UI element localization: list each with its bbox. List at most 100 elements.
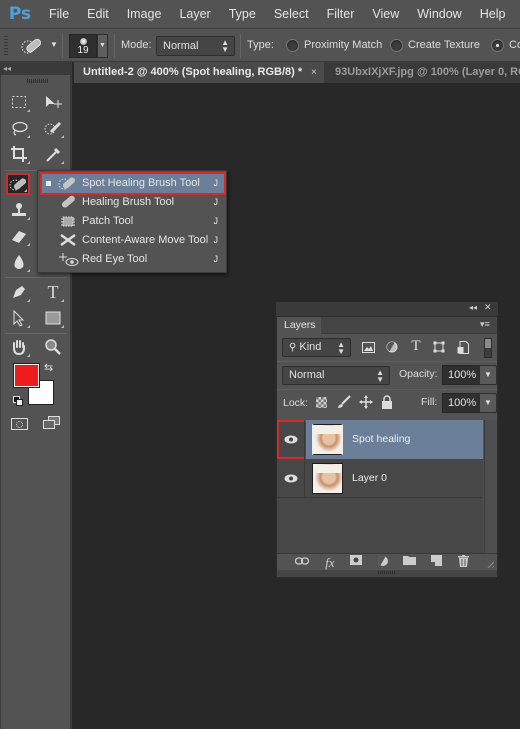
toolbox-header[interactable]: ◂◂ xyxy=(0,62,72,75)
radio-content-aware[interactable] xyxy=(491,39,504,52)
proximity-match-label[interactable]: Proximity Match xyxy=(304,39,382,51)
lock-all-icon[interactable] xyxy=(381,395,393,414)
tool-crop[interactable] xyxy=(7,143,31,165)
flyout-item-healing-brush[interactable]: Healing Brush Tool J xyxy=(42,193,224,212)
menu-layer[interactable]: Layer xyxy=(170,7,219,21)
divider xyxy=(5,277,67,278)
tool-lasso[interactable] xyxy=(7,117,31,139)
collapse-icon[interactable]: ◂◂ xyxy=(3,64,11,73)
tool-eraser[interactable] xyxy=(7,225,31,247)
radio-proximity-match[interactable] xyxy=(286,39,299,52)
tool-preset-picker[interactable]: ▼ xyxy=(20,35,58,57)
menu-bar: Ps File Edit Image Layer Type Select Fil… xyxy=(0,0,520,28)
tool-zoom[interactable] xyxy=(41,336,65,358)
toolbox-grip[interactable] xyxy=(27,79,49,83)
tab-untitled-2[interactable]: Untitled-2 @ 400% (Spot healing, RGB/8) … xyxy=(74,62,324,83)
shape-icon xyxy=(433,341,445,353)
create-texture-label[interactable]: Create Texture xyxy=(408,39,480,51)
layer-row-spot-healing[interactable]: Spot healing xyxy=(277,420,483,459)
hand-icon xyxy=(13,340,25,356)
tool-eyedropper[interactable] xyxy=(41,143,65,165)
tool-spot-healing-brush[interactable] xyxy=(6,173,30,195)
tool-type[interactable]: T xyxy=(41,281,65,303)
layers-panel: Layers ▾≡ ⚲ Kind ▲ ▼ T Normal ▲ ▼ Opacit… xyxy=(276,316,498,578)
new-layer-icon[interactable] xyxy=(428,555,444,570)
tool-hand[interactable] xyxy=(7,336,31,358)
options-bar-grip[interactable] xyxy=(4,36,8,56)
lock-transparent-pixels-icon[interactable] xyxy=(316,397,327,408)
menu-window[interactable]: Window xyxy=(408,7,470,21)
link-layers-icon[interactable] xyxy=(294,555,310,570)
layers-scrollbar[interactable] xyxy=(484,420,497,553)
delete-layer-icon[interactable] xyxy=(455,555,471,570)
quick-mask-button[interactable] xyxy=(11,418,28,430)
menu-select[interactable]: Select xyxy=(265,7,318,21)
red-eye-icon xyxy=(58,251,79,268)
filter-kind-select[interactable]: ⚲ Kind ▲ ▼ xyxy=(282,338,351,357)
blend-mode-select[interactable]: Normal ▲ ▼ xyxy=(282,366,390,385)
new-group-icon[interactable] xyxy=(401,555,417,570)
tool-blur[interactable] xyxy=(7,251,31,273)
fill-dropdown[interactable]: ▼ xyxy=(479,393,497,413)
layer-row-layer-0[interactable]: Layer 0 xyxy=(277,459,483,498)
divider xyxy=(277,361,497,362)
tool-rectangle[interactable] xyxy=(41,307,65,329)
tool-quick-selection[interactable] xyxy=(41,117,65,139)
filter-toggle[interactable] xyxy=(484,338,492,358)
photoshop-window: Ps File Edit Image Layer Type Select Fil… xyxy=(0,0,520,729)
close-panel-icon[interactable]: ✕ xyxy=(484,302,492,313)
add-mask-icon[interactable] xyxy=(348,555,364,570)
layer-main[interactable]: Spot healing xyxy=(306,420,483,459)
filter-pixel-layers-button[interactable] xyxy=(359,339,377,355)
panel-menu-icon[interactable]: ▾≡ xyxy=(480,319,490,330)
radio-create-texture[interactable] xyxy=(390,39,403,52)
filter-adjustment-layers-button[interactable] xyxy=(383,339,401,355)
content-aware-label[interactable]: Co xyxy=(509,39,520,51)
tool-path-selection[interactable] xyxy=(7,307,31,329)
flyout-item-patch[interactable]: Patch Tool J xyxy=(42,212,224,231)
panel-grip[interactable] xyxy=(378,571,396,574)
tool-clone-stamp[interactable] xyxy=(7,199,31,221)
collapse-panel-icon[interactable]: ◂◂ xyxy=(469,303,477,312)
fill-input[interactable]: 100% xyxy=(442,393,480,413)
flyout-item-content-aware-move[interactable]: Content-Aware Move Tool J xyxy=(42,231,224,250)
opacity-input[interactable]: 100% xyxy=(442,365,480,385)
visibility-toggle[interactable] xyxy=(277,420,305,459)
menu-help[interactable]: Help xyxy=(471,7,515,21)
filter-shape-layers-button[interactable] xyxy=(430,339,448,355)
screen-mode-button[interactable] xyxy=(43,416,61,430)
tool-pen[interactable] xyxy=(7,281,31,303)
brush-size-preview[interactable]: 19 xyxy=(69,34,97,58)
resize-grip[interactable] xyxy=(485,559,494,568)
menu-type[interactable]: Type xyxy=(220,7,265,21)
lock-position-icon[interactable] xyxy=(359,395,373,414)
menu-image[interactable]: Image xyxy=(118,7,171,21)
fx-icon[interactable]: fx xyxy=(322,555,338,570)
opacity-dropdown[interactable]: ▼ xyxy=(479,365,497,385)
filter-smart-objects-button[interactable] xyxy=(454,339,472,355)
lock-image-pixels-icon[interactable] xyxy=(337,395,351,414)
mode-value: Normal xyxy=(163,40,199,52)
menu-view[interactable]: View xyxy=(363,7,408,21)
flyout-item-spot-healing-brush[interactable]: Spot Healing Brush Tool J xyxy=(40,172,226,195)
menu-edit[interactable]: Edit xyxy=(78,7,118,21)
layer-main[interactable]: Layer 0 xyxy=(306,459,483,498)
visibility-toggle[interactable] xyxy=(277,459,305,498)
flyout-item-red-eye[interactable]: Red Eye Tool J xyxy=(42,250,224,269)
layers-panel-titlebar[interactable]: ◂◂ ✕ xyxy=(276,302,498,316)
menu-file[interactable]: File xyxy=(40,7,78,21)
mode-select[interactable]: Normal ▲ ▼ xyxy=(156,36,235,56)
tool-rectangular-marquee[interactable] xyxy=(7,91,31,113)
filter-type-layers-button[interactable]: T xyxy=(407,338,425,354)
tab-label: 93UbxIXjXF.jpg @ 100% (Layer 0, RG xyxy=(335,66,520,78)
brush-picker-dropdown[interactable]: ▼ xyxy=(97,34,108,58)
tab-93ubxixjxf[interactable]: 93UbxIXjXF.jpg @ 100% (Layer 0, RG xyxy=(326,62,520,83)
close-tab-icon[interactable]: × xyxy=(311,62,317,83)
tool-move[interactable] xyxy=(41,91,65,113)
lock-label: Lock: xyxy=(283,397,309,409)
adjustment-layer-icon[interactable] xyxy=(375,555,391,570)
menu-filter[interactable]: Filter xyxy=(318,7,364,21)
foreground-color-swatch[interactable] xyxy=(13,363,40,388)
tab-layers[interactable]: Layers xyxy=(277,317,321,334)
swap-colors-icon[interactable]: ⇆ xyxy=(44,361,53,374)
